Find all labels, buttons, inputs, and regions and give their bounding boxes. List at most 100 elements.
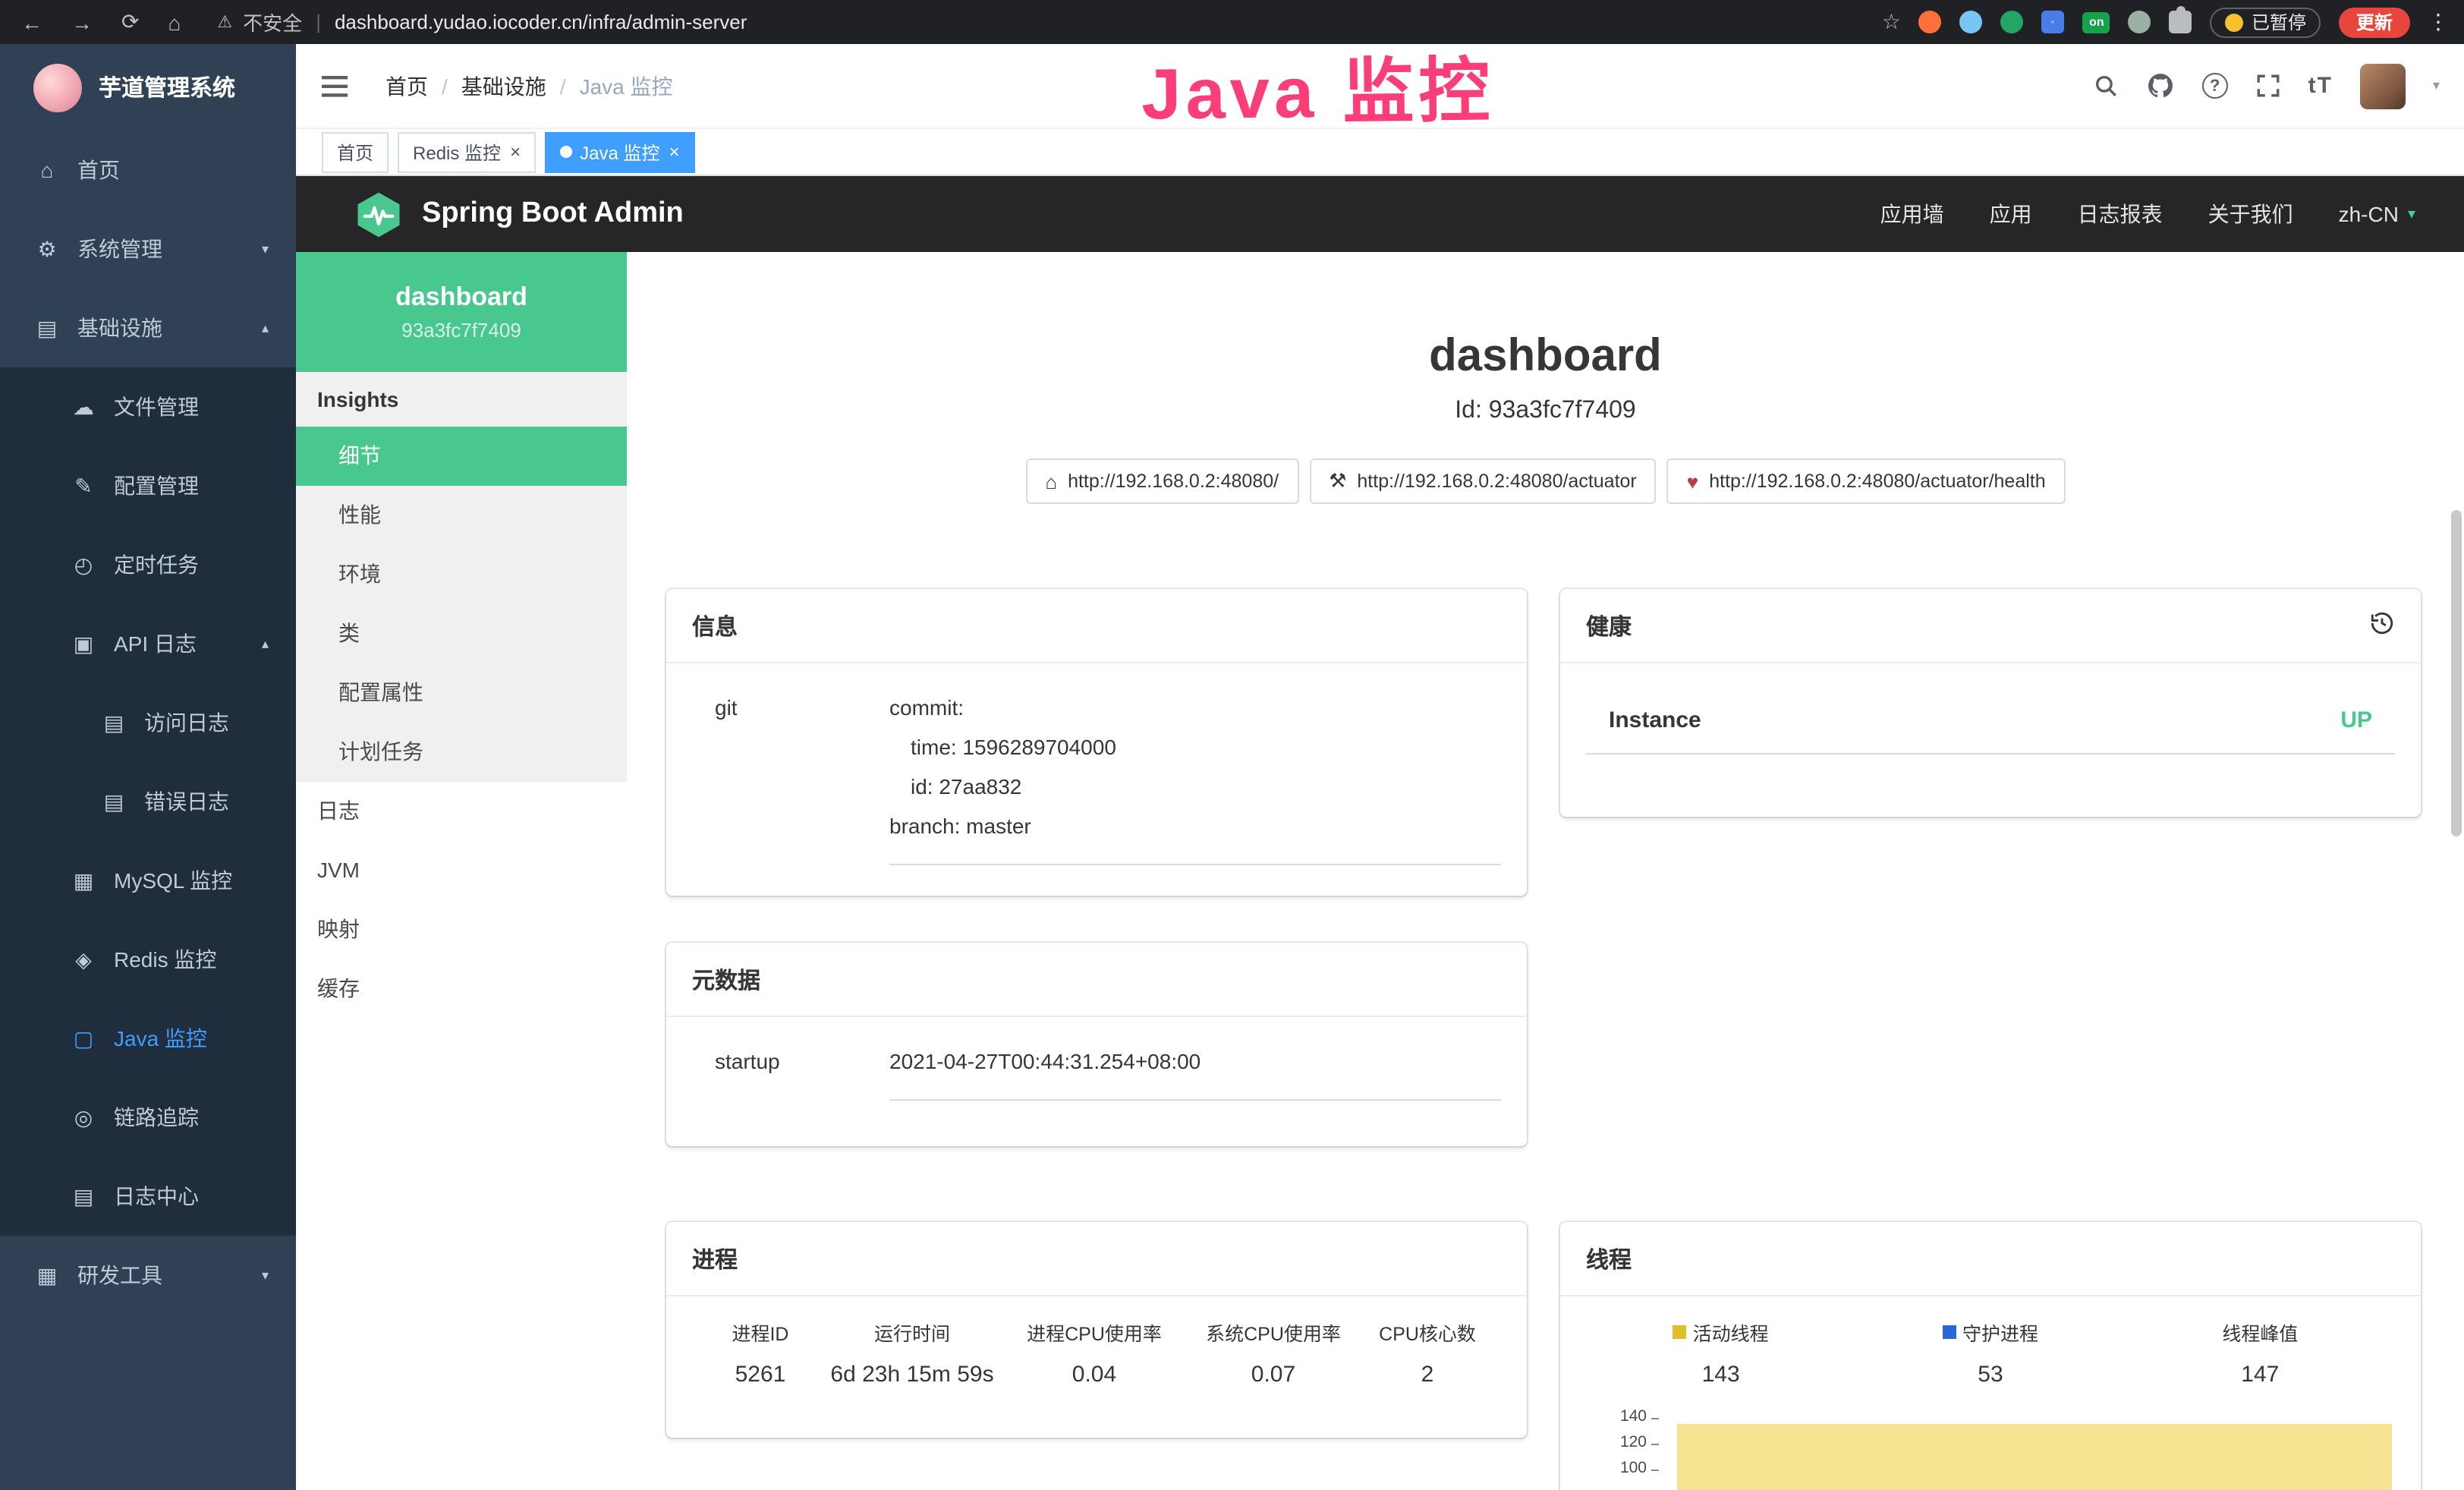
extension-leaf-icon[interactable] (2129, 11, 2151, 33)
sba-brand[interactable]: Spring Boot Admin (422, 197, 684, 231)
metadata-value: 2021-04-27T00:44:31.254+08:00 (889, 1041, 1501, 1101)
close-icon[interactable]: × (510, 141, 521, 162)
forward-icon[interactable]: → (71, 10, 93, 34)
stat-value: 147 (2126, 1362, 2395, 1388)
browser-menu-icon[interactable]: ⋮ (2428, 9, 2449, 35)
health-instance-label: Instance (1609, 707, 1701, 733)
stat-live-threads: 活动线程 143 (1586, 1318, 1855, 1388)
process-card-title: 进程 (666, 1222, 1527, 1296)
tag-home[interactable]: 首页 (322, 131, 389, 172)
github-icon[interactable] (2146, 71, 2175, 100)
extension-fox-icon[interactable] (1919, 11, 1942, 33)
service-url-button[interactable]: ⌂ http://192.168.0.2:48080/ (1025, 458, 1298, 504)
sidebar-item-file[interactable]: ☁ 文件管理 (0, 367, 296, 446)
fullscreen-icon[interactable] (2255, 73, 2281, 99)
sba-item-mappings[interactable]: 映射 (296, 900, 627, 959)
breadcrumb-infra[interactable]: 基础设施 (461, 71, 546, 101)
sidebar-item-system[interactable]: ⚙ 系统管理 ▾ (0, 209, 296, 288)
stat-process-cpu: 进程CPU使用率 0.04 (996, 1318, 1193, 1388)
sba-item-scheduled-tasks[interactable]: 计划任务 (296, 723, 627, 782)
sba-item-caches[interactable]: 缓存 (296, 959, 627, 1019)
chevron-down-icon: ▾ (262, 1267, 269, 1284)
nav-journal[interactable]: 日志报表 (2078, 199, 2163, 229)
nav-about[interactable]: 关于我们 (2208, 199, 2293, 229)
tag-label: 首页 (337, 139, 373, 165)
nav-wallboard[interactable]: 应用墙 (1880, 199, 1944, 229)
actuator-url-button[interactable]: ⚒ http://192.168.0.2:48080/actuator (1309, 458, 1657, 504)
sidebar-item-access-log[interactable]: ▤ 访问日志 (0, 683, 296, 762)
sidebar-item-log-center[interactable]: ▤ 日志中心 (0, 1157, 296, 1236)
health-row: Instance UP (1586, 688, 2395, 754)
user-avatar[interactable] (2360, 63, 2406, 109)
sba-item-classes[interactable]: 类 (296, 604, 627, 663)
instance-id-line: Id: 93a3fc7f7409 (627, 398, 2464, 425)
link-label: http://192.168.0.2:48080/ (1068, 471, 1279, 492)
sidebar-item-home[interactable]: ⌂ 首页 (0, 131, 296, 209)
chevron-down-icon[interactable]: ▾ (2433, 77, 2440, 94)
stat-label: 进程ID (692, 1318, 829, 1347)
extensions-puzzle-icon[interactable] (2170, 11, 2192, 33)
search-icon[interactable] (2093, 73, 2119, 99)
sidebar-item-api-log[interactable]: ▣ API 日志 ▴ (0, 604, 296, 683)
update-button[interactable]: 更新 (2340, 7, 2409, 37)
menu-label: Redis 监控 (114, 944, 216, 975)
stat-system-cpu: 系统CPU使用率 0.07 (1193, 1318, 1354, 1388)
help-icon[interactable]: ? (2202, 73, 2228, 99)
sidebar-item-error-log[interactable]: ▤ 错误日志 (0, 762, 296, 841)
health-card: 健康 Instance UP (1560, 589, 2421, 817)
app-logo[interactable]: 芋道管理系统 (0, 44, 296, 131)
back-icon[interactable]: ← (21, 10, 42, 34)
sidebar-item-job[interactable]: ◴ 定时任务 (0, 525, 296, 604)
sba-logo-icon[interactable] (354, 189, 404, 239)
home-icon[interactable]: ⌂ (168, 10, 181, 34)
sba-item-jvm[interactable]: JVM (296, 841, 627, 900)
sba-item-logs[interactable]: 日志 (296, 782, 627, 841)
tag-label: Redis 监控 (413, 139, 501, 165)
monitor-icon: ▤ (30, 315, 64, 341)
infra-submenu: ☁ 文件管理 ✎ 配置管理 ◴ 定时任务 ▣ API 日志 ▴ ▤ (0, 367, 296, 1236)
tag-java-monitor[interactable]: Java 监控 × (545, 131, 694, 172)
breadcrumb-home[interactable]: 首页 (385, 71, 428, 101)
stat-value: 0.07 (1193, 1362, 1354, 1388)
stat-label: 系统CPU使用率 (1193, 1318, 1354, 1347)
extension-on-badge[interactable]: on (2083, 11, 2110, 33)
paused-badge[interactable]: 已暂停 (2211, 7, 2321, 37)
sba-item-metrics[interactable]: 性能 (296, 486, 627, 545)
locale-selector[interactable]: zh-CN ▾ (2339, 202, 2415, 226)
sba-item-environment[interactable]: 环境 (296, 545, 627, 604)
extension-grid-icon[interactable] (2042, 11, 2065, 33)
health-url-button[interactable]: ♥ http://192.168.0.2:48080/actuator/heal… (1667, 458, 2066, 504)
bookmark-star-icon[interactable]: ☆ (1882, 9, 1901, 35)
scrollbar-thumb[interactable] (2450, 510, 2461, 836)
sba-item-details[interactable]: 细节 (296, 427, 627, 486)
sidebar-item-mysql[interactable]: ▦ MySQL 监控 (0, 841, 296, 920)
nav-applications[interactable]: 应用 (1990, 199, 2032, 229)
history-icon[interactable] (2369, 610, 2395, 641)
extension-green-icon[interactable] (2001, 11, 2024, 33)
health-card-body: Instance UP (1560, 663, 2421, 754)
sidebar-item-infra[interactable]: ▤ 基础设施 ▴ (0, 288, 296, 367)
menu-label: 链路追踪 (114, 1102, 199, 1132)
address-bar[interactable]: ⚠ 不安全 | dashboard.yudao.iocoder.cn/infra… (217, 8, 747, 36)
tag-redis-monitor[interactable]: Redis 监控 × (398, 131, 536, 172)
sidebar-item-config[interactable]: ✎ 配置管理 (0, 446, 296, 525)
sidebar-item-devtools[interactable]: ▦ 研发工具 ▾ (0, 1236, 296, 1315)
font-size-icon[interactable]: tT (2308, 73, 2333, 99)
status-badge: UP (2340, 707, 2372, 733)
sba-item-configprops[interactable]: 配置属性 (296, 663, 627, 723)
breadcrumb: 首页 / 基础设施 / Java 监控 (385, 71, 673, 101)
tracing-icon: ◎ (67, 1104, 100, 1130)
menu-label: 研发工具 (77, 1260, 162, 1290)
sidebar-item-tracing[interactable]: ◎ 链路追踪 (0, 1078, 296, 1157)
collapse-sidebar-icon[interactable] (322, 75, 348, 96)
sidebar-item-redis[interactable]: ◈ Redis 监控 (0, 920, 296, 999)
home-icon: ⌂ (1045, 470, 1057, 493)
refresh-icon[interactable]: ⟳ (121, 9, 139, 35)
sba-instance-id: 93a3fc7f7409 (401, 319, 521, 342)
annotation-text: Java 监控 (1141, 32, 1495, 140)
extension-drop-icon[interactable] (1960, 11, 1983, 33)
sidebar-item-java-monitor[interactable]: ▢ Java 监控 (0, 999, 296, 1078)
sba-app-block[interactable]: dashboard 93a3fc7f7409 (296, 252, 627, 372)
redis-icon: ◈ (67, 947, 100, 972)
close-icon[interactable]: × (669, 141, 679, 162)
